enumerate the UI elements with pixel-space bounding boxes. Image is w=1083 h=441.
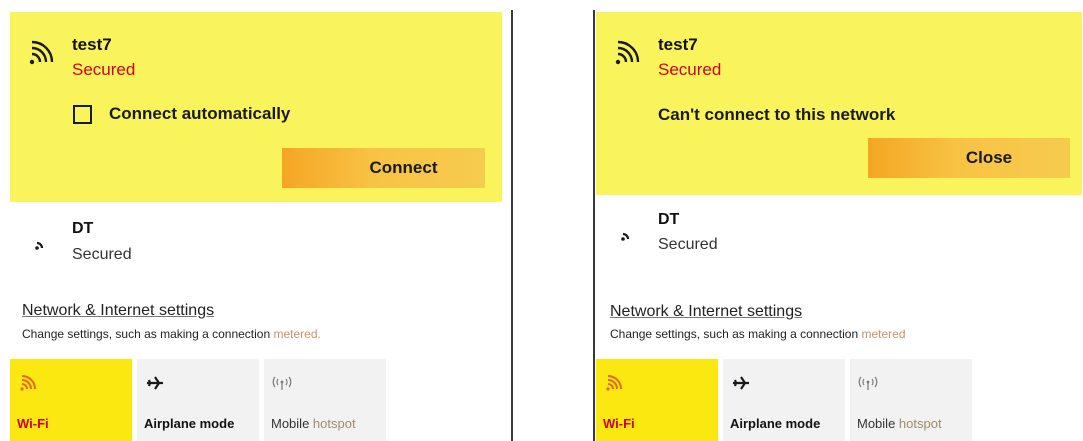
- quick-action-tiles: Wi-Fi Airplane mode Mobile hotspot: [10, 359, 386, 441]
- wifi-tile[interactable]: Wi-Fi: [596, 359, 718, 441]
- airplane-mode-tile-label: Airplane mode: [144, 416, 235, 431]
- wifi-signal-icon: [29, 40, 54, 65]
- airplane-mode-tile[interactable]: Airplane mode: [137, 359, 259, 441]
- quick-action-tiles: Wi-Fi Airplane mode Mobile hotspot: [596, 359, 972, 441]
- divider-left: [511, 10, 513, 441]
- settings-description-metered: metered.: [273, 327, 321, 341]
- airplane-mode-tile-label: Airplane mode: [730, 416, 821, 431]
- mobile-hotspot-label-main: Mobile: [857, 416, 899, 431]
- mobile-hotspot-label-tail: hotspot: [312, 416, 356, 431]
- wifi-signal-weak-icon: [35, 241, 44, 250]
- comparison-stage: test7 Secured Connect automatically Conn…: [0, 0, 1083, 441]
- other-network-name[interactable]: DT: [72, 220, 93, 238]
- wifi-signal-icon: [615, 40, 640, 65]
- settings-description-main: Change settings, such as making a connec…: [22, 327, 274, 341]
- mobile-hotspot-tile[interactable]: Mobile hotspot: [264, 359, 386, 441]
- close-button[interactable]: Close: [868, 138, 1070, 178]
- network-flyout-connect: test7 Secured Connect automatically Conn…: [10, 0, 502, 441]
- selected-network-item[interactable]: test7 Secured Can't connect to this netw…: [596, 12, 1082, 195]
- divider-right: [593, 10, 595, 441]
- network-flyout-error: test7 Secured Can't connect to this netw…: [596, 0, 1082, 441]
- connect-button[interactable]: Connect: [282, 148, 485, 188]
- network-settings-link[interactable]: Network & Internet settings: [610, 303, 802, 321]
- settings-description-metered: metered: [861, 327, 906, 341]
- network-name: test7: [72, 35, 112, 54]
- other-network-status: Secured: [72, 246, 132, 263]
- network-name: test7: [658, 35, 698, 54]
- mobile-hotspot-label-main: Mobile: [271, 416, 313, 431]
- connection-error-message: Can't connect to this network: [658, 105, 896, 124]
- wifi-signal-weak-icon: [621, 232, 630, 241]
- wifi-tile-label: Wi-Fi: [17, 416, 49, 431]
- selected-network-item[interactable]: test7 Secured Connect automatically Conn…: [10, 12, 502, 202]
- wifi-tile-label: Wi-Fi: [603, 416, 635, 431]
- hotspot-icon: [858, 376, 878, 390]
- settings-description-main: Change settings, such as making a connec…: [610, 327, 862, 341]
- connect-automatically-label[interactable]: Connect automatically: [109, 104, 290, 124]
- airplane-icon: [147, 376, 163, 390]
- other-network-status: Secured: [658, 236, 718, 253]
- settings-description: Change settings, such as making a connec…: [610, 327, 906, 341]
- wifi-icon: [20, 375, 36, 391]
- network-settings-link[interactable]: Network & Internet settings: [22, 302, 214, 320]
- mobile-hotspot-tile-label: Mobile hotspot: [271, 416, 356, 431]
- connect-automatically-checkbox[interactable]: [73, 105, 92, 124]
- wifi-tile[interactable]: Wi-Fi: [10, 359, 132, 441]
- airplane-mode-tile[interactable]: Airplane mode: [723, 359, 845, 441]
- hotspot-icon: [272, 376, 292, 390]
- airplane-icon: [733, 376, 749, 390]
- other-network-name[interactable]: DT: [658, 211, 679, 229]
- network-status: Secured: [72, 60, 136, 79]
- mobile-hotspot-tile[interactable]: Mobile hotspot: [850, 359, 972, 441]
- mobile-hotspot-tile-label: Mobile hotspot: [857, 416, 942, 431]
- settings-description: Change settings, such as making a connec…: [22, 327, 321, 341]
- mobile-hotspot-label-tail: hotspot: [898, 416, 942, 431]
- network-status: Secured: [658, 60, 722, 79]
- wifi-icon: [606, 375, 622, 391]
